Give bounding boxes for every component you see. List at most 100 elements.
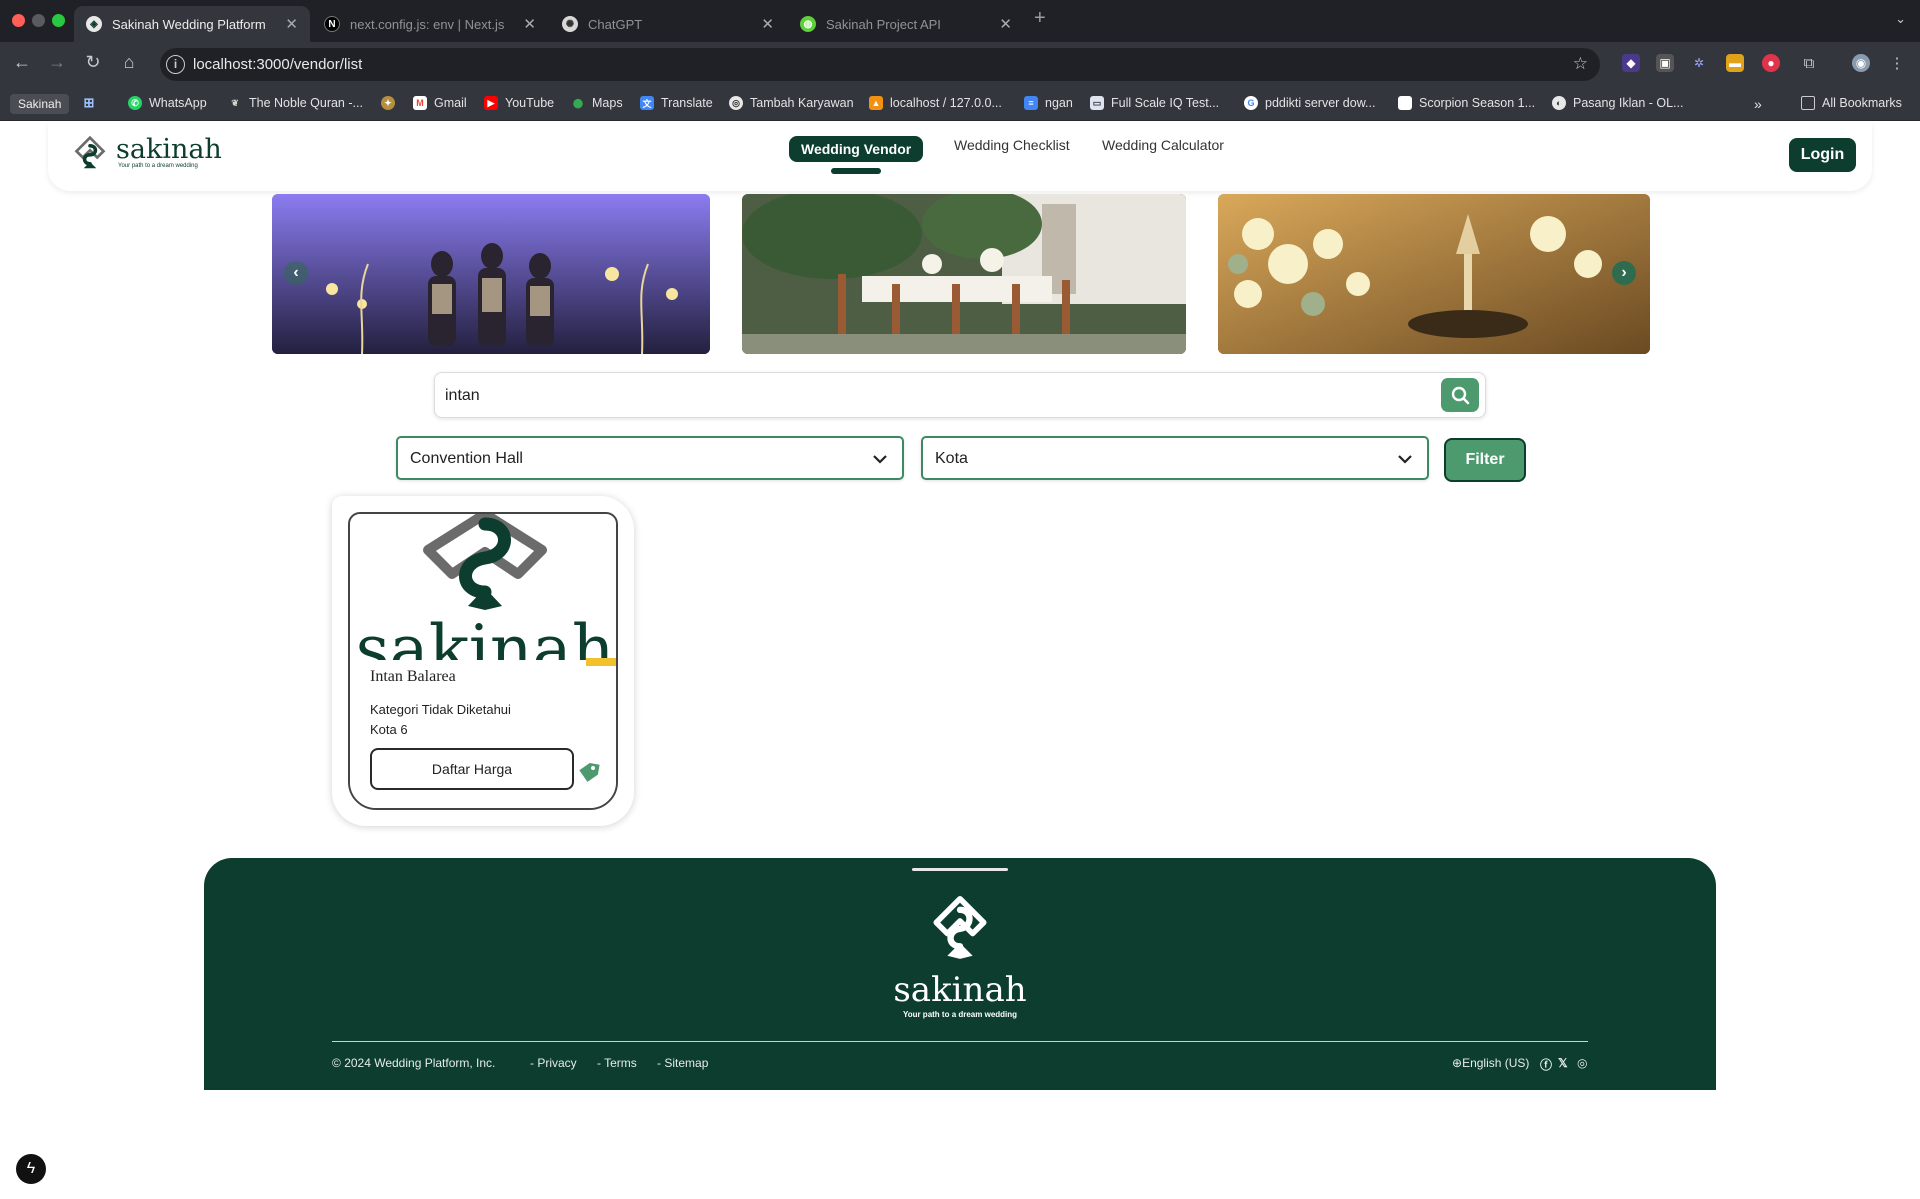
bookmark-pddikti[interactable]: Gpddikti server dow...	[1244, 96, 1375, 110]
gear-extension-icon[interactable]: ✲	[1690, 54, 1708, 72]
browser-toolbar: ← → ↻ ⌂ i localhost:3000/vendor/list ☆ ◆…	[0, 42, 1920, 87]
site-info-icon[interactable]: i	[166, 55, 185, 74]
browser-tab[interactable]: ◈ Sakinah Wedding Platform ✕	[74, 6, 310, 42]
search-icon	[1451, 386, 1470, 405]
nextjs-favicon-icon: N	[324, 16, 340, 32]
login-button[interactable]: Login	[1789, 138, 1856, 172]
tab-search-chevron-icon[interactable]: ⌄	[1895, 11, 1906, 27]
nav-wedding-vendor[interactable]: Wedding Vendor	[789, 136, 924, 162]
bookmark-whatsapp[interactable]: ✆ WhatsApp	[128, 96, 207, 110]
bookmark-scorpion[interactable]: Scorpion Season 1...	[1398, 96, 1535, 110]
carousel-next-chevron-icon[interactable]: ›	[1612, 261, 1636, 285]
bookmarks-bar: Sakinah ⊞ ✆ WhatsApp ❦ The Noble Quran -..…	[0, 87, 1920, 121]
nextjs-dev-tools-icon[interactable]: ϟ	[16, 1154, 46, 1184]
footer-tagline: Your path to a dream wedding	[902, 1010, 1018, 1019]
bookmark-localhost[interactable]: ▲ localhost / 127.0.0...	[869, 96, 1002, 110]
home-icon[interactable]: ⌂	[116, 52, 142, 73]
record-extension-icon[interactable]: ●	[1762, 54, 1780, 72]
bookmark-translate[interactable]: 文 Translate	[640, 96, 713, 110]
nav-wedding-checklist[interactable]: Wedding Checklist	[954, 137, 1070, 153]
city-select-value: Kota	[935, 450, 968, 467]
price-list-button[interactable]: Daftar Harga	[370, 748, 574, 790]
bookmark-star-icon[interactable]: ☆	[1573, 54, 1588, 74]
address-bar[interactable]: i localhost:3000/vendor/list ☆	[160, 48, 1600, 81]
forward-arrow-icon[interactable]: →	[44, 52, 70, 73]
bookmark-ngan[interactable]: ≡ ngan	[1024, 96, 1073, 110]
all-bookmarks[interactable]: All Bookmarks	[1801, 96, 1902, 110]
apps-grid-icon[interactable]: ⊞	[82, 95, 103, 110]
vendor-search-bar[interactable]: intan	[434, 372, 1486, 418]
globe-icon: ⊕	[1452, 1056, 1463, 1070]
carousel-slide[interactable]	[272, 194, 710, 354]
camera-extension-icon[interactable]: ▣	[1656, 54, 1674, 72]
puzzle-extensions-icon[interactable]: ⧉	[1800, 54, 1818, 72]
x-twitter-icon[interactable]: 𝕏	[1558, 1056, 1568, 1070]
filter-button[interactable]: Filter	[1444, 438, 1526, 482]
footer-link-terms[interactable]: - Terms	[597, 1056, 637, 1070]
browser-tab[interactable]: N next.config.js: env | Next.js ✕	[312, 6, 548, 42]
bookmark-iq-test[interactable]: ▭ Full Scale IQ Test...	[1090, 96, 1219, 110]
close-window-button[interactable]	[12, 14, 25, 27]
browser-menu-icon[interactable]: ⋮	[1888, 54, 1906, 72]
close-tab-icon[interactable]: ✕	[999, 15, 1012, 33]
language-selector[interactable]: ⊕English (US)	[1452, 1056, 1529, 1070]
brand-logo[interactable]: sakinah Your path to a dream wedding	[72, 135, 222, 171]
minimize-window-button[interactable]	[32, 14, 45, 27]
close-tab-icon[interactable]: ✕	[523, 15, 536, 33]
google-icon: G	[1244, 96, 1258, 110]
bookmark-noble-quran[interactable]: ❦ The Noble Quran -...	[228, 96, 363, 110]
category-select[interactable]: Convention Hall	[396, 436, 904, 480]
youtube-icon: ▶	[484, 96, 498, 110]
browser-tab[interactable]: ✺ ChatGPT ✕	[550, 6, 786, 42]
folder-icon	[1801, 96, 1815, 110]
back-arrow-icon[interactable]: ←	[9, 52, 35, 73]
carousel-prev-chevron-icon[interactable]: ‹	[284, 261, 308, 285]
bookmark-emblem[interactable]: ✦	[381, 96, 402, 110]
footer-logo-icon	[933, 895, 987, 959]
search-button[interactable]	[1441, 378, 1479, 412]
instagram-icon[interactable]: ◎	[1577, 1056, 1587, 1070]
profile-avatar-icon[interactable]: ◉	[1852, 54, 1870, 72]
url-text[interactable]: localhost:3000/vendor/list	[193, 56, 362, 73]
search-input[interactable]: intan	[445, 387, 480, 405]
bookmark-pasang-iklan[interactable]: ◐ Pasang Iklan - OL...	[1552, 96, 1683, 110]
vendor-accent-bar	[586, 658, 616, 666]
tab-title: ChatGPT	[588, 16, 643, 32]
facebook-icon[interactable]: ⓕ	[1540, 1056, 1552, 1073]
nav-wedding-calculator[interactable]: Wedding Calculator	[1102, 137, 1224, 153]
vendor-card[interactable]: sakinah Intan Balarea Kategori Tidak Dik…	[348, 512, 618, 810]
sakinah-logo-icon	[74, 135, 106, 169]
reload-icon[interactable]: ↻	[80, 52, 106, 73]
bookmark-gmail[interactable]: M Gmail	[413, 96, 467, 110]
bookmark-sakinah[interactable]: Sakinah	[10, 94, 70, 114]
city-select[interactable]: Kota	[921, 436, 1429, 480]
browser-tab[interactable]: ◍ Sakinah Project API ✕	[788, 6, 1024, 42]
new-tab-icon[interactable]: +	[1034, 7, 1046, 30]
api-favicon-icon: ◍	[800, 16, 816, 32]
vendor-category: Kategori Tidak Diketahui	[370, 702, 511, 717]
maximize-window-button[interactable]	[52, 14, 65, 27]
close-tab-icon[interactable]: ✕	[761, 15, 774, 33]
footer-link-privacy[interactable]: - Privacy	[530, 1056, 577, 1070]
page-icon	[1398, 96, 1412, 110]
more-bookmarks-chevron-icon[interactable]: »	[1754, 96, 1762, 112]
close-tab-icon[interactable]: ✕	[285, 15, 298, 33]
vendor-logo-image: sakinah	[356, 514, 614, 674]
phpmyadmin-icon: ▲	[869, 96, 883, 110]
maps-pin-icon: ⬤	[572, 97, 584, 108]
translate-icon: 文	[640, 96, 654, 110]
extension-icon[interactable]: ◆	[1622, 54, 1640, 72]
tab-title: next.config.js: env | Next.js	[350, 16, 505, 32]
footer-handle	[912, 868, 1008, 871]
chevron-down-icon	[1398, 455, 1412, 464]
carousel-slide[interactable]	[1218, 194, 1650, 354]
site-header: sakinah Your path to a dream wedding Wed…	[48, 123, 1872, 191]
chatgpt-favicon-icon: ✺	[562, 16, 578, 32]
carousel-slide[interactable]	[742, 194, 1186, 354]
bookmark-maps[interactable]: ⬤ Maps	[571, 96, 623, 110]
price-tag-icon	[579, 762, 600, 782]
folder-extension-icon[interactable]: ▬	[1726, 54, 1744, 72]
bookmark-youtube[interactable]: ▶ YouTube	[484, 96, 554, 110]
footer-link-sitemap[interactable]: - Sitemap	[657, 1056, 708, 1070]
bookmark-tambah-karyawan[interactable]: ◎ Tambah Karyawan	[729, 96, 854, 110]
